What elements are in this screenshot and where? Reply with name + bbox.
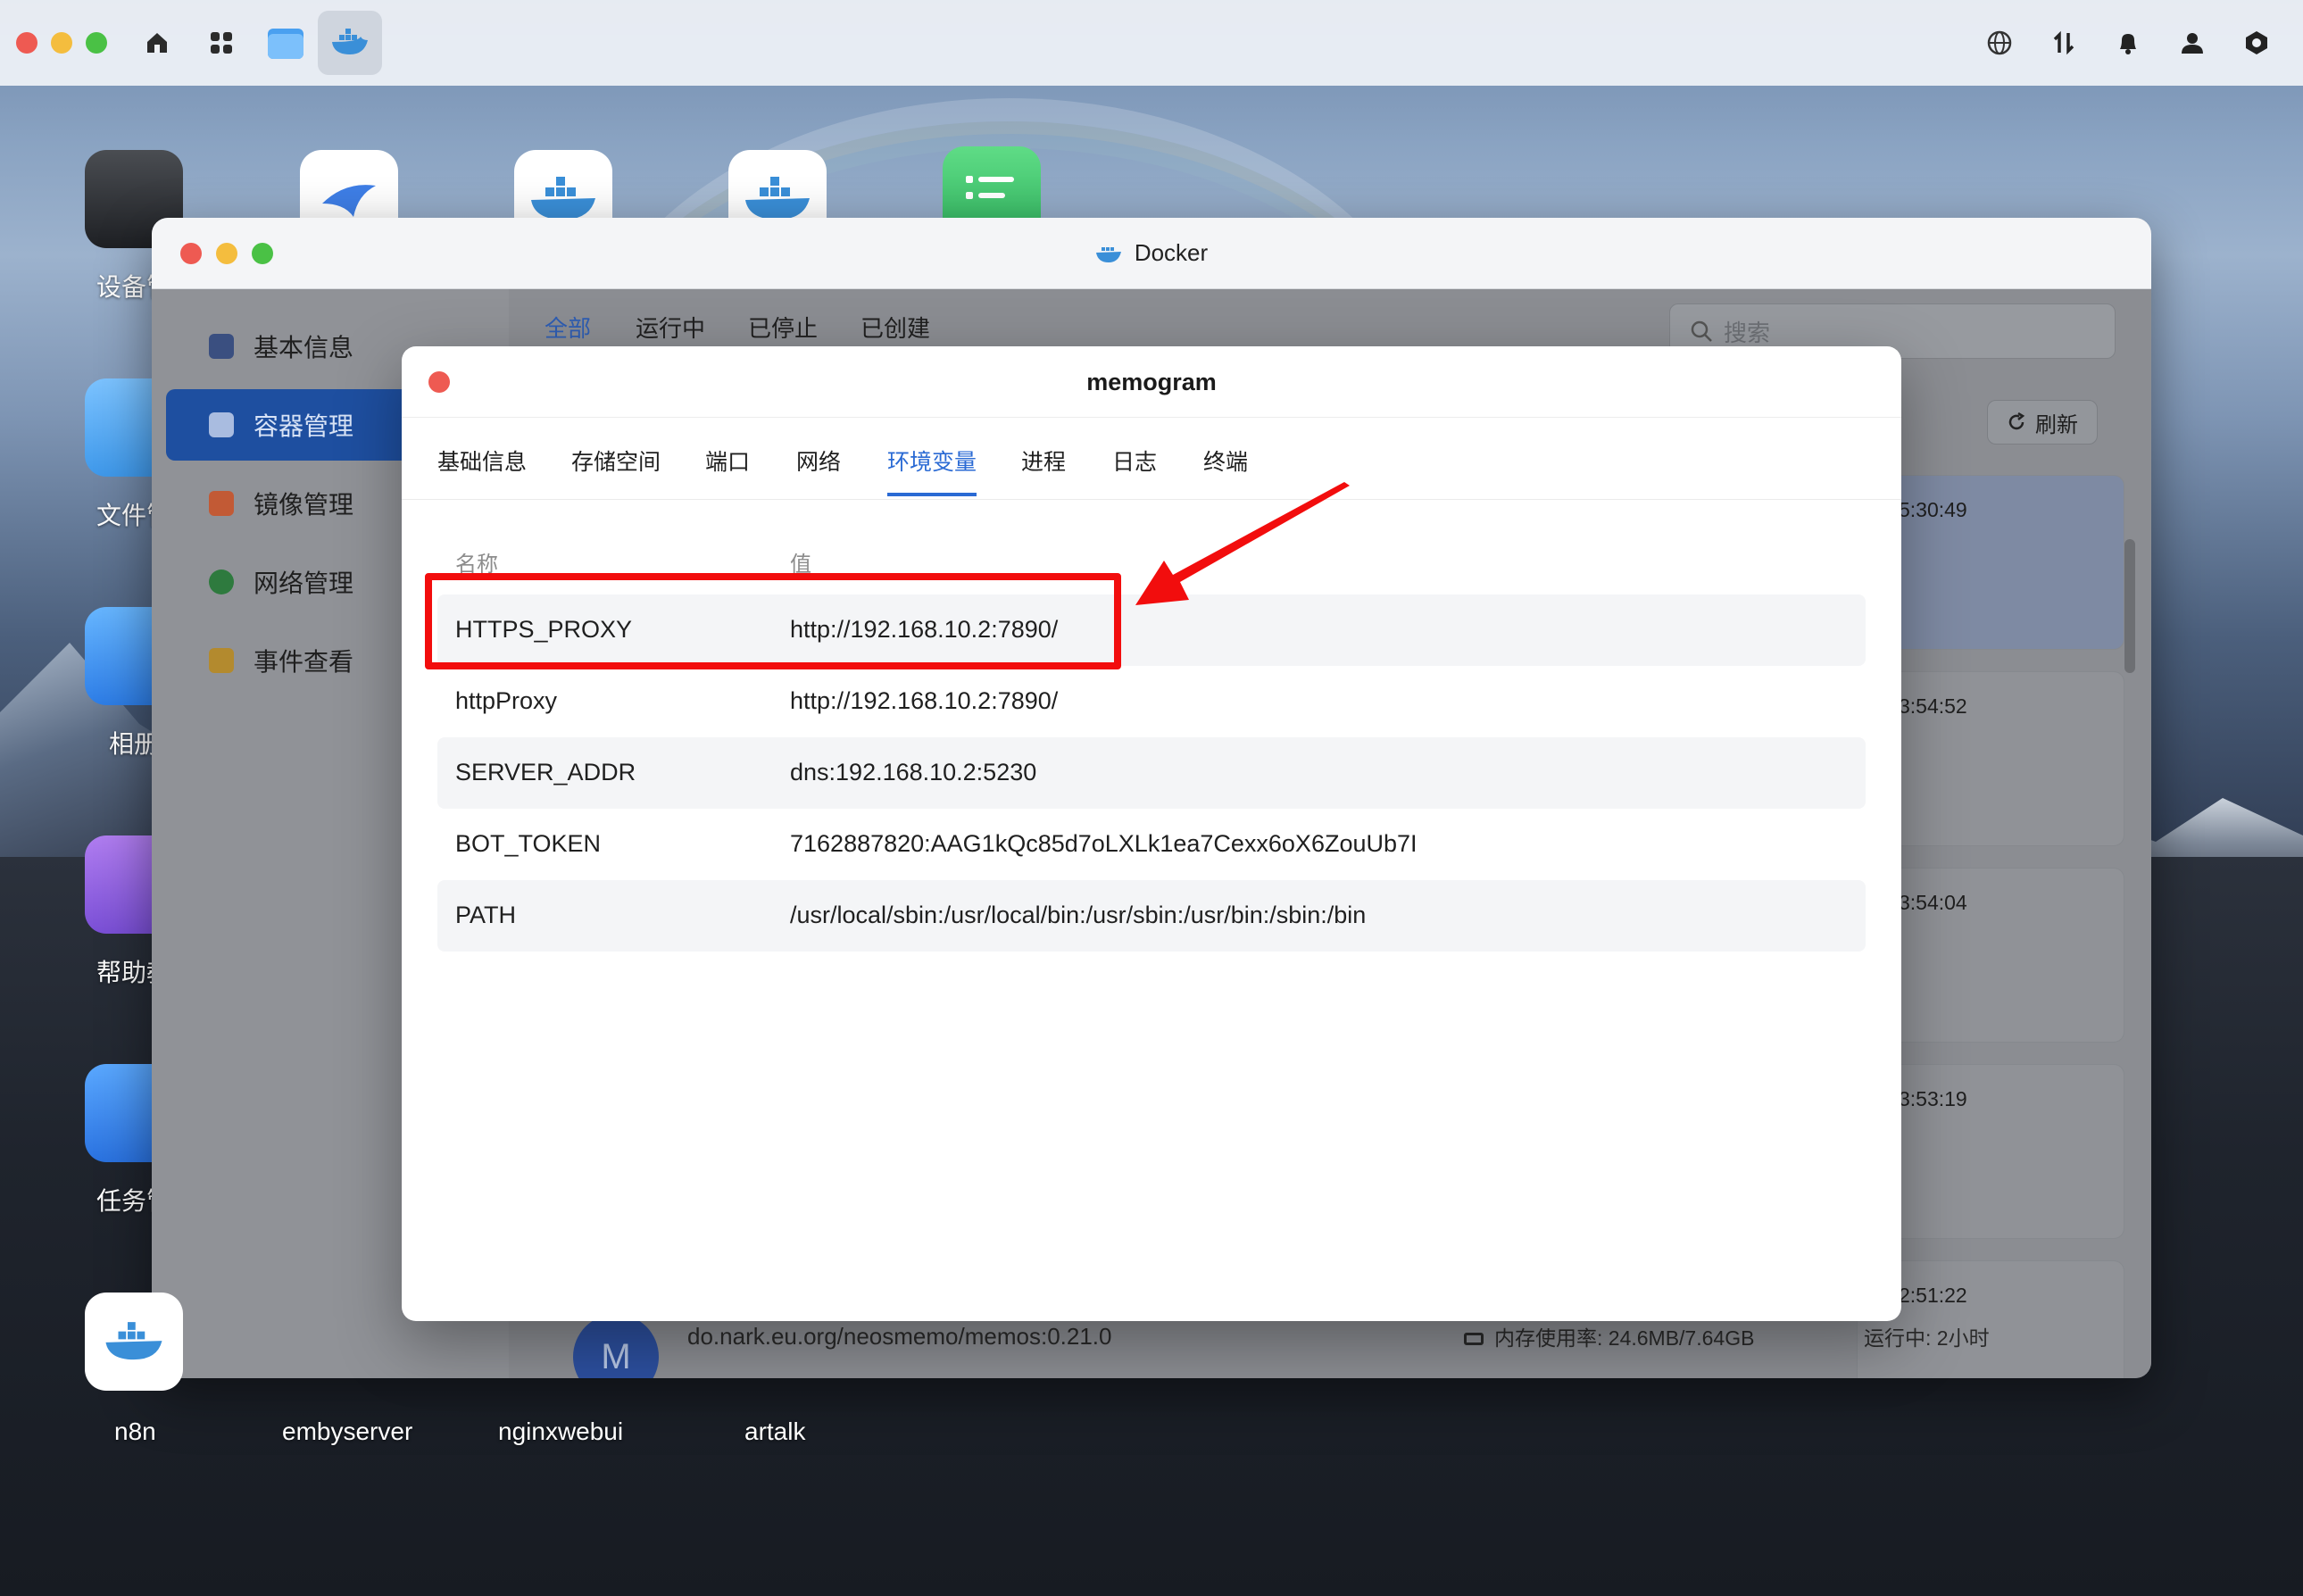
tab-all[interactable]: 全部: [545, 311, 591, 344]
system-top-bar: [0, 0, 2303, 86]
minimize-dot[interactable]: [51, 32, 72, 54]
maximize-dot[interactable]: [86, 32, 107, 54]
scrollbar-thumb[interactable]: [2124, 539, 2135, 673]
tab-network[interactable]: 网络: [796, 445, 841, 496]
sidebar-item-label: 镜像管理: [254, 490, 354, 520]
desktop-icon-label: embyserver: [282, 1417, 413, 1445]
bell-icon[interactable]: [2108, 23, 2148, 62]
docker-window-title: Docker: [152, 239, 2151, 267]
container-icon: [209, 412, 234, 437]
desktop-icon-n8n[interactable]: [67, 1293, 201, 1391]
tab-created[interactable]: 已创建: [861, 311, 930, 344]
memory-usage-text: 内存使用率: 24.6MB/7.64GB: [1494, 1326, 1755, 1350]
tab-storage[interactable]: 存储空间: [571, 445, 661, 496]
user-icon[interactable]: [2173, 23, 2212, 62]
env-name: SERVER_ADDR: [455, 759, 636, 786]
tab-processes[interactable]: 进程: [1021, 445, 1066, 496]
refresh-button[interactable]: 刷新: [1987, 400, 2098, 445]
env-name: PATH: [455, 902, 517, 928]
docker-app-icon: [85, 1293, 183, 1391]
env-value: /usr/local/sbin:/usr/local/bin:/usr/sbin…: [790, 902, 1367, 928]
home-icon[interactable]: [134, 20, 180, 66]
sidebar-item-label: 网络管理: [254, 569, 354, 598]
env-value: http://192.168.10.2:7890/: [790, 687, 1059, 714]
desktop-icon-label: n8n: [114, 1417, 156, 1445]
highlight-annotation-box: [425, 573, 1121, 669]
transfer-icon[interactable]: [2044, 23, 2083, 62]
container-status: 运行中: 2小时: [1864, 1326, 1990, 1350]
env-name: httpProxy: [455, 687, 558, 714]
memory-usage: 内存使用率: 24.6MB/7.64GB: [1464, 1321, 1754, 1351]
container-image-name: do.nark.eu.org/neosmemo/memos:0.21.0: [687, 1323, 1112, 1350]
search-icon: [1691, 320, 1712, 342]
dialog-title: memogram: [402, 346, 1901, 418]
sidebar-item-label: 基本信息: [254, 333, 354, 362]
apps-grid-icon[interactable]: [198, 20, 245, 66]
settings-hex-icon[interactable]: [2237, 23, 2276, 62]
docker-title-text: Docker: [1134, 239, 1209, 266]
files-app-icon[interactable]: [262, 20, 309, 66]
refresh-label: 刷新: [2035, 411, 2078, 437]
tab-basic-info[interactable]: 基础信息: [437, 445, 527, 496]
search-placeholder: 搜索: [1724, 320, 1771, 347]
memory-icon: [1464, 1333, 1484, 1345]
annotation-arrow-icon: [1135, 482, 1350, 605]
env-row: PATH /usr/local/sbin:/usr/local/bin:/usr…: [437, 880, 1866, 952]
env-row: BOT_TOKEN 7162887820:AAG1kQc85d7oLXLk1ea…: [437, 809, 1866, 880]
tab-env-vars[interactable]: 环境变量: [887, 445, 977, 496]
close-dot[interactable]: [16, 32, 37, 54]
tab-running[interactable]: 运行中: [636, 311, 705, 344]
desktop-icon-label: artalk: [744, 1417, 806, 1445]
env-row: httpProxy http://192.168.10.2:7890/: [437, 666, 1866, 737]
event-icon: [209, 648, 234, 673]
desktop-icon-label: nginxwebui: [498, 1417, 624, 1445]
docker-title-bar: Docker: [152, 218, 2151, 289]
image-icon: [209, 491, 234, 516]
refresh-icon: [2008, 412, 2025, 430]
network-icon: [209, 569, 234, 594]
env-value: dns:192.168.10.2:5230: [790, 759, 1037, 786]
globe-icon[interactable]: [1980, 23, 2019, 62]
docker-logo-icon: [1095, 246, 1121, 262]
docker-app-icon[interactable]: [318, 11, 382, 75]
env-name: BOT_TOKEN: [455, 830, 602, 857]
sidebar-item-label: 容器管理: [254, 411, 354, 441]
sidebar-item-label: 事件查看: [254, 647, 354, 677]
avatar: M: [573, 1314, 659, 1378]
info-icon: [209, 334, 234, 359]
tab-ports[interactable]: 端口: [705, 445, 750, 496]
env-row: SERVER_ADDR dns:192.168.10.2:5230: [437, 737, 1866, 809]
tab-stopped[interactable]: 已停止: [748, 311, 818, 344]
env-value: 7162887820:AAG1kQc85d7oLXLk1ea7Cexx6oX6Z…: [790, 830, 1418, 857]
